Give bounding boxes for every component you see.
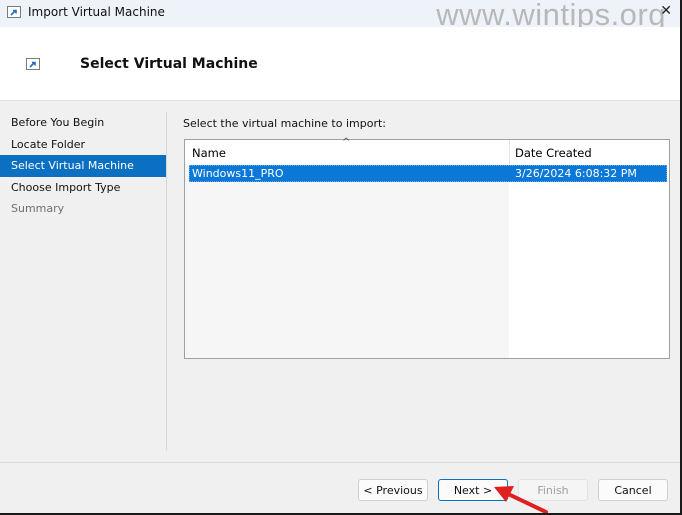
vm-name-cell: Windows11_PRO xyxy=(192,167,284,180)
list-header: ^ Name Date Created xyxy=(185,137,669,164)
wizard-steps-nav: Before You Begin Locate Folder Select Vi… xyxy=(0,112,166,220)
nav-step-summary: Summary xyxy=(11,202,65,215)
column-separator[interactable] xyxy=(509,140,510,164)
red-arrow-annotation-icon xyxy=(494,486,548,513)
import-vm-icon xyxy=(7,6,21,21)
vm-list[interactable]: ^ Name Date Created Windows11_PRO 3/26/2… xyxy=(184,137,670,359)
previous-button[interactable]: < Previous xyxy=(358,479,428,501)
column-header-name[interactable]: Name xyxy=(192,146,226,160)
import-vm-wizard-window: Import Virtual Machine www.wintips.org ✕… xyxy=(0,0,682,515)
name-column-background xyxy=(185,164,509,358)
nav-step-before-you-begin[interactable]: Before You Begin xyxy=(0,112,166,134)
window-title: Import Virtual Machine xyxy=(28,5,165,19)
list-row[interactable]: Windows11_PRO 3/26/2024 6:08:32 PM xyxy=(189,165,667,182)
title-bar: Import Virtual Machine www.wintips.org ✕ xyxy=(0,0,680,32)
select-vm-prompt: Select the virtual machine to import: xyxy=(183,117,386,130)
nav-step-choose-import-type[interactable]: Choose Import Type xyxy=(0,177,166,199)
import-vm-icon xyxy=(26,58,40,73)
cancel-button[interactable]: Cancel xyxy=(598,479,668,501)
nav-divider xyxy=(166,112,167,450)
wizard-header: Select Virtual Machine xyxy=(0,27,680,101)
page-title: Select Virtual Machine xyxy=(80,56,258,72)
footer-divider xyxy=(0,462,680,463)
column-header-date-created[interactable]: Date Created xyxy=(515,146,592,160)
nav-step-locate-folder[interactable]: Locate Folder xyxy=(0,134,166,156)
vm-date-created-cell: 3/26/2024 6:08:32 PM xyxy=(515,167,637,180)
sort-ascending-icon: ^ xyxy=(342,137,351,148)
nav-step-select-virtual-machine[interactable]: Select Virtual Machine xyxy=(0,155,166,177)
close-icon[interactable]: ✕ xyxy=(660,3,672,19)
